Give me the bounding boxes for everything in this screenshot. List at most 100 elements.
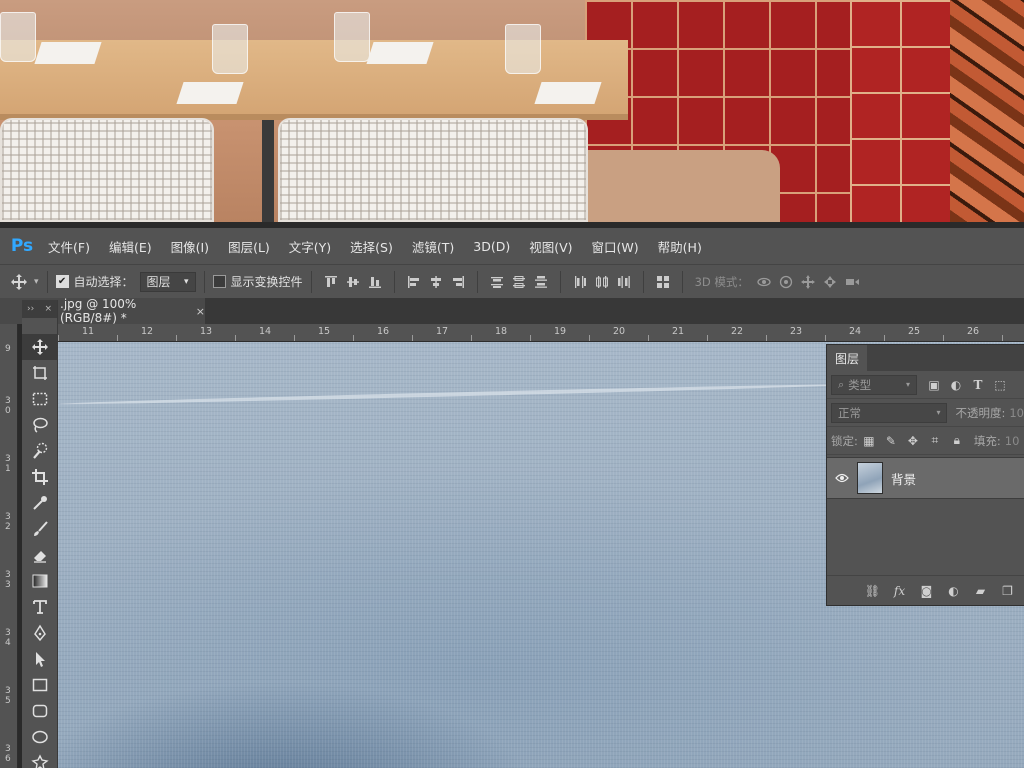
distribute-horizontal-centers-icon[interactable]: [591, 271, 613, 293]
rounded-rectangle-tool[interactable]: [22, 698, 58, 724]
ellipse-icon: [32, 730, 48, 744]
auto-select-checkbox[interactable]: ✔: [55, 275, 69, 288]
menu-file[interactable]: 文件(F): [48, 237, 90, 256]
brush-tool[interactable]: [22, 516, 58, 542]
lasso-icon: [33, 417, 48, 433]
menu-help[interactable]: 帮助(H): [658, 237, 702, 256]
opacity-value[interactable]: 10: [1009, 406, 1024, 420]
eraser-tool[interactable]: [22, 542, 58, 568]
crop-tool[interactable]: [22, 464, 58, 490]
distribute-top-icon[interactable]: [486, 271, 508, 293]
folder-icon[interactable]: ▰: [967, 581, 994, 601]
distribute-right-icon[interactable]: [613, 271, 635, 293]
align-right-edges-icon[interactable]: [447, 271, 469, 293]
menu-image[interactable]: 图像(I): [171, 237, 209, 256]
pen-tool[interactable]: [22, 620, 58, 646]
slide-3d-icon[interactable]: [819, 271, 841, 293]
path-selection-tool[interactable]: [22, 646, 58, 672]
auto-align-layers-icon[interactable]: [652, 271, 674, 293]
menu-window[interactable]: 窗口(W): [592, 237, 639, 256]
scale-3d-icon[interactable]: [841, 271, 863, 293]
artboard-icon: [33, 366, 47, 380]
lock-position-icon[interactable]: ✥: [902, 431, 924, 451]
lock-artboard-icon[interactable]: ⌗: [924, 431, 946, 451]
brush-icon: [34, 521, 48, 536]
pan-3d-icon[interactable]: [797, 271, 819, 293]
distribute-bottom-icon[interactable]: [530, 271, 552, 293]
lock-label: 锁定:: [831, 433, 858, 448]
align-vertical-centers-icon[interactable]: [342, 271, 364, 293]
gradient-icon: [32, 574, 48, 588]
tools-spacer: [22, 318, 57, 334]
photo-glass: [334, 12, 370, 62]
quick-selection-tool[interactable]: [22, 438, 58, 464]
ruler-tick-label: 3 2: [5, 512, 11, 532]
filter-adjustment-icon[interactable]: ◐: [945, 375, 967, 395]
filter-shape-icon[interactable]: ⬚: [989, 375, 1011, 395]
close-icon[interactable]: ×: [44, 304, 52, 314]
tab-layers[interactable]: 图层: [827, 345, 867, 371]
menu-view[interactable]: 视图(V): [529, 237, 572, 256]
layer-name[interactable]: 背景: [891, 469, 916, 488]
menu-type[interactable]: 文字(Y): [289, 237, 331, 256]
adjustment-layer-icon[interactable]: ◐: [940, 581, 967, 601]
lasso-tool[interactable]: [22, 412, 58, 438]
tools-panel: ›› ×: [22, 300, 58, 768]
photo-napkin: [534, 82, 602, 104]
menu-bar: Ps 文件(F) 编辑(E) 图像(I) 图层(L) 文字(Y) 选择(S) 滤…: [0, 228, 1024, 264]
eyedropper-tool[interactable]: [22, 490, 58, 516]
menu-3d[interactable]: 3D(D): [473, 239, 510, 254]
menu-layer[interactable]: 图层(L): [228, 237, 270, 256]
auto-select-target-dropdown[interactable]: 图层 ▾: [139, 271, 196, 292]
chevron-down-icon: ▾: [905, 380, 910, 389]
custom-shape-tool[interactable]: [22, 750, 58, 768]
eye-icon[interactable]: [827, 473, 857, 483]
chevron-down-icon: ▾: [184, 276, 189, 287]
gradient-tool[interactable]: [22, 568, 58, 594]
rectangle-tool[interactable]: [22, 672, 58, 698]
ruler-tick-label: 17: [436, 326, 449, 337]
type-tool[interactable]: [22, 594, 58, 620]
layer-row-background[interactable]: 背景: [827, 457, 1024, 499]
menu-select[interactable]: 选择(S): [350, 237, 393, 256]
lock-transparent-icon[interactable]: ▦: [858, 431, 880, 451]
align-left-edges-icon[interactable]: [403, 271, 425, 293]
align-top-edges-icon[interactable]: [320, 271, 342, 293]
fx-icon[interactable]: fx: [886, 581, 913, 601]
photo-firewood: [950, 0, 1024, 222]
lock-image-icon[interactable]: ✎: [880, 431, 902, 451]
photo-red-tiles-side: [850, 0, 950, 222]
ruler-tick-label: 16: [377, 326, 390, 337]
distribute-vertical-centers-icon[interactable]: [508, 271, 530, 293]
orbit-3d-icon[interactable]: [753, 271, 775, 293]
add-mask-icon[interactable]: ◙: [913, 581, 940, 601]
ellipse-tool[interactable]: [22, 724, 58, 750]
move-tool[interactable]: [22, 334, 58, 360]
align-horizontal-centers-icon[interactable]: [425, 271, 447, 293]
link-layers-icon[interactable]: ⛓: [859, 581, 886, 601]
align-bottom-edges-icon[interactable]: [364, 271, 386, 293]
marquee-tool[interactable]: [22, 386, 58, 412]
background-photo: [0, 0, 1024, 222]
ruler-tick-label: 19: [554, 326, 567, 337]
distribute-left-icon[interactable]: [569, 271, 591, 293]
collapse-icon[interactable]: ››: [27, 304, 34, 314]
close-icon[interactable]: ×: [196, 305, 205, 318]
chevron-down-icon[interactable]: ▾: [34, 277, 39, 287]
lock-all-icon[interactable]: 🔒︎: [946, 431, 968, 451]
roll-3d-icon[interactable]: [775, 271, 797, 293]
filter-pixel-icon[interactable]: ▣: [923, 375, 945, 395]
new-layer-icon[interactable]: ❐: [994, 581, 1021, 601]
menu-filter[interactable]: 滤镜(T): [412, 237, 454, 256]
filter-type-icon[interactable]: T: [967, 375, 989, 395]
ruler-tick-label: 9: [5, 344, 11, 354]
move-tool-preset-icon[interactable]: [8, 271, 30, 293]
show-transform-checkbox[interactable]: [212, 275, 226, 288]
menu-edit[interactable]: 编辑(E): [109, 237, 152, 256]
blend-mode-dropdown[interactable]: 正常 ▾: [831, 402, 948, 423]
vertical-ruler: 9 3 0 3 1 3 2 3 3 3 4 3 5 3 6: [0, 324, 18, 768]
artboard-tool[interactable]: [22, 360, 58, 386]
rectangle-icon: [32, 678, 48, 692]
layer-filter-dropdown[interactable]: ⌕ 类型 ▾: [831, 374, 917, 395]
fill-value[interactable]: 10: [1005, 434, 1020, 448]
